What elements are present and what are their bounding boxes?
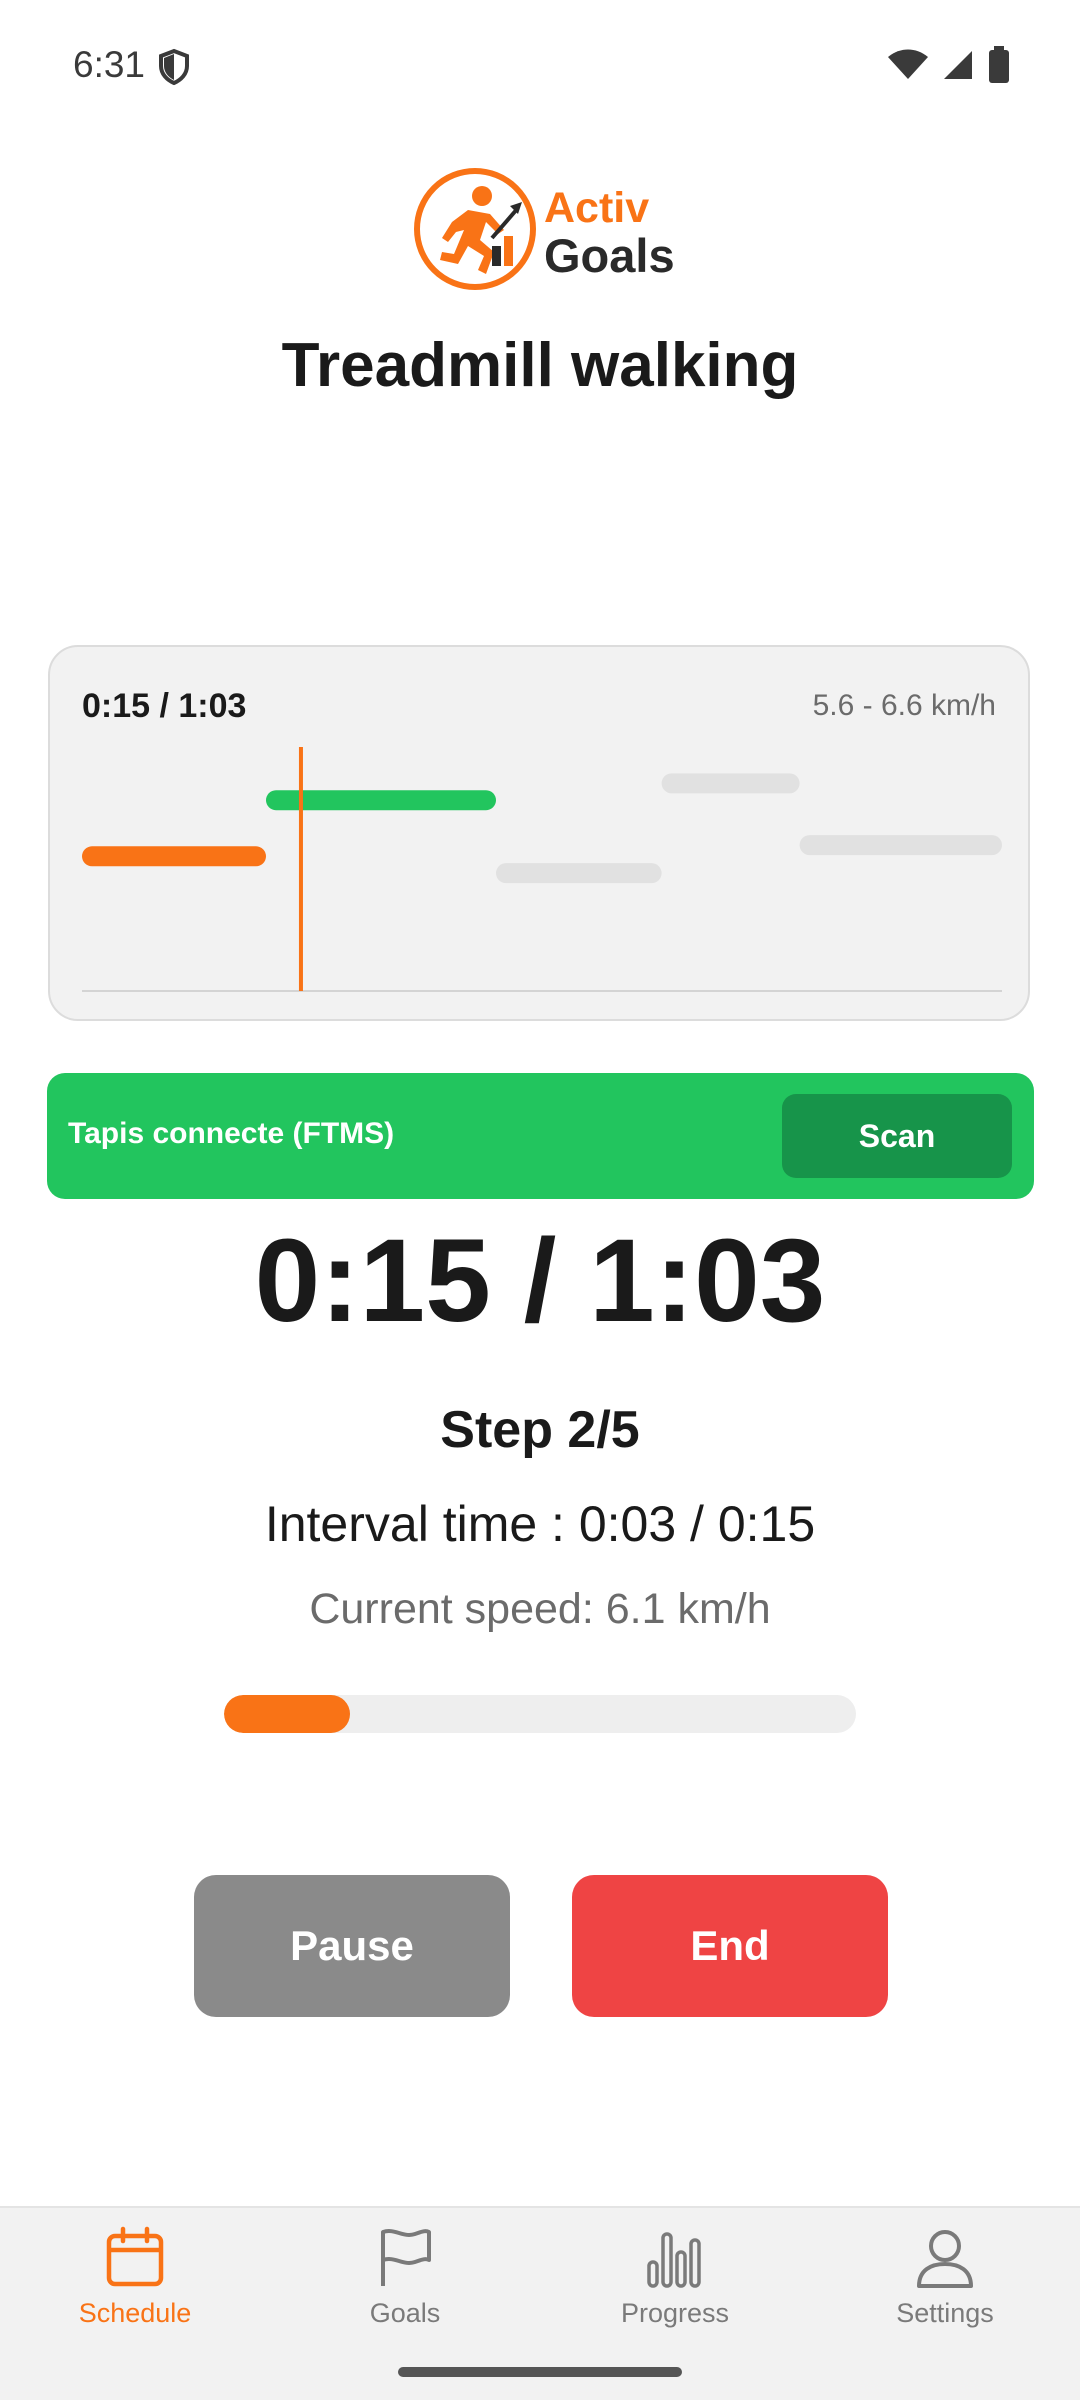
flag-icon	[381, 2229, 431, 2286]
interval-progress-fill	[224, 1695, 351, 1733]
nav-item-goals[interactable]: Goals	[270, 2208, 540, 2388]
interval-progress-bar	[224, 1695, 856, 1733]
logo-text-activ: Activ	[544, 184, 650, 232]
person-icon	[917, 2230, 973, 2288]
chart-plot	[82, 747, 1002, 992]
nav-label-goals: Goals	[369, 2298, 441, 2328]
status-time: 6:31	[73, 44, 146, 85]
page-title: Treadmill walking	[281, 331, 799, 400]
logo-text-goals: Goals	[544, 229, 675, 282]
interval-time: Interval time : 0:03 / 0:15	[264, 1496, 816, 1552]
chart-segment-step-4	[661, 773, 800, 794]
calendar-icon	[106, 2226, 164, 2287]
current-speed: Current speed: 6.1 km/h	[309, 1585, 771, 1633]
nav-item-settings[interactable]: Settings	[810, 2208, 1080, 2388]
nav-item-progress[interactable]: Progress	[540, 2208, 810, 2388]
workout-timer: 0:15 / 1:03	[254, 1215, 826, 1347]
chart-segment-step-1	[82, 846, 266, 867]
wifi-icon	[888, 49, 928, 79]
home-indicator	[398, 2367, 682, 2377]
ftms-connection-banner: Tapis connecte (FTMS) Scan	[47, 1073, 1034, 1199]
shield-icon	[159, 48, 189, 86]
battery-icon	[989, 46, 1009, 83]
cellular-signal-icon	[944, 51, 972, 79]
nav-label-settings: Settings	[896, 2298, 994, 2328]
ftms-status-label: Tapis connecte (FTMS)	[68, 1117, 395, 1150]
nav-label-schedule: Schedule	[78, 2298, 192, 2328]
runner-logo-icon	[414, 168, 536, 290]
pause-button[interactable]: Pause	[194, 1875, 510, 2017]
end-button[interactable]: End	[572, 1875, 888, 2017]
workout-profile-chart: 0:15 / 1:03 5.6 - 6.6 km/h	[48, 645, 1030, 1021]
status-bar: 6:31	[0, 0, 1080, 130]
step-counter: Step 2/5	[440, 1401, 640, 1459]
chart-segment-step-5	[799, 835, 1002, 856]
scan-button[interactable]: Scan	[782, 1094, 1012, 1178]
bar-chart-icon	[647, 2232, 701, 2288]
nav-item-schedule[interactable]: Schedule	[0, 2208, 270, 2388]
app-logo: Activ Goals	[412, 166, 675, 298]
nav-label-progress: Progress	[620, 2298, 730, 2328]
chart-segment-step-3	[496, 863, 662, 884]
